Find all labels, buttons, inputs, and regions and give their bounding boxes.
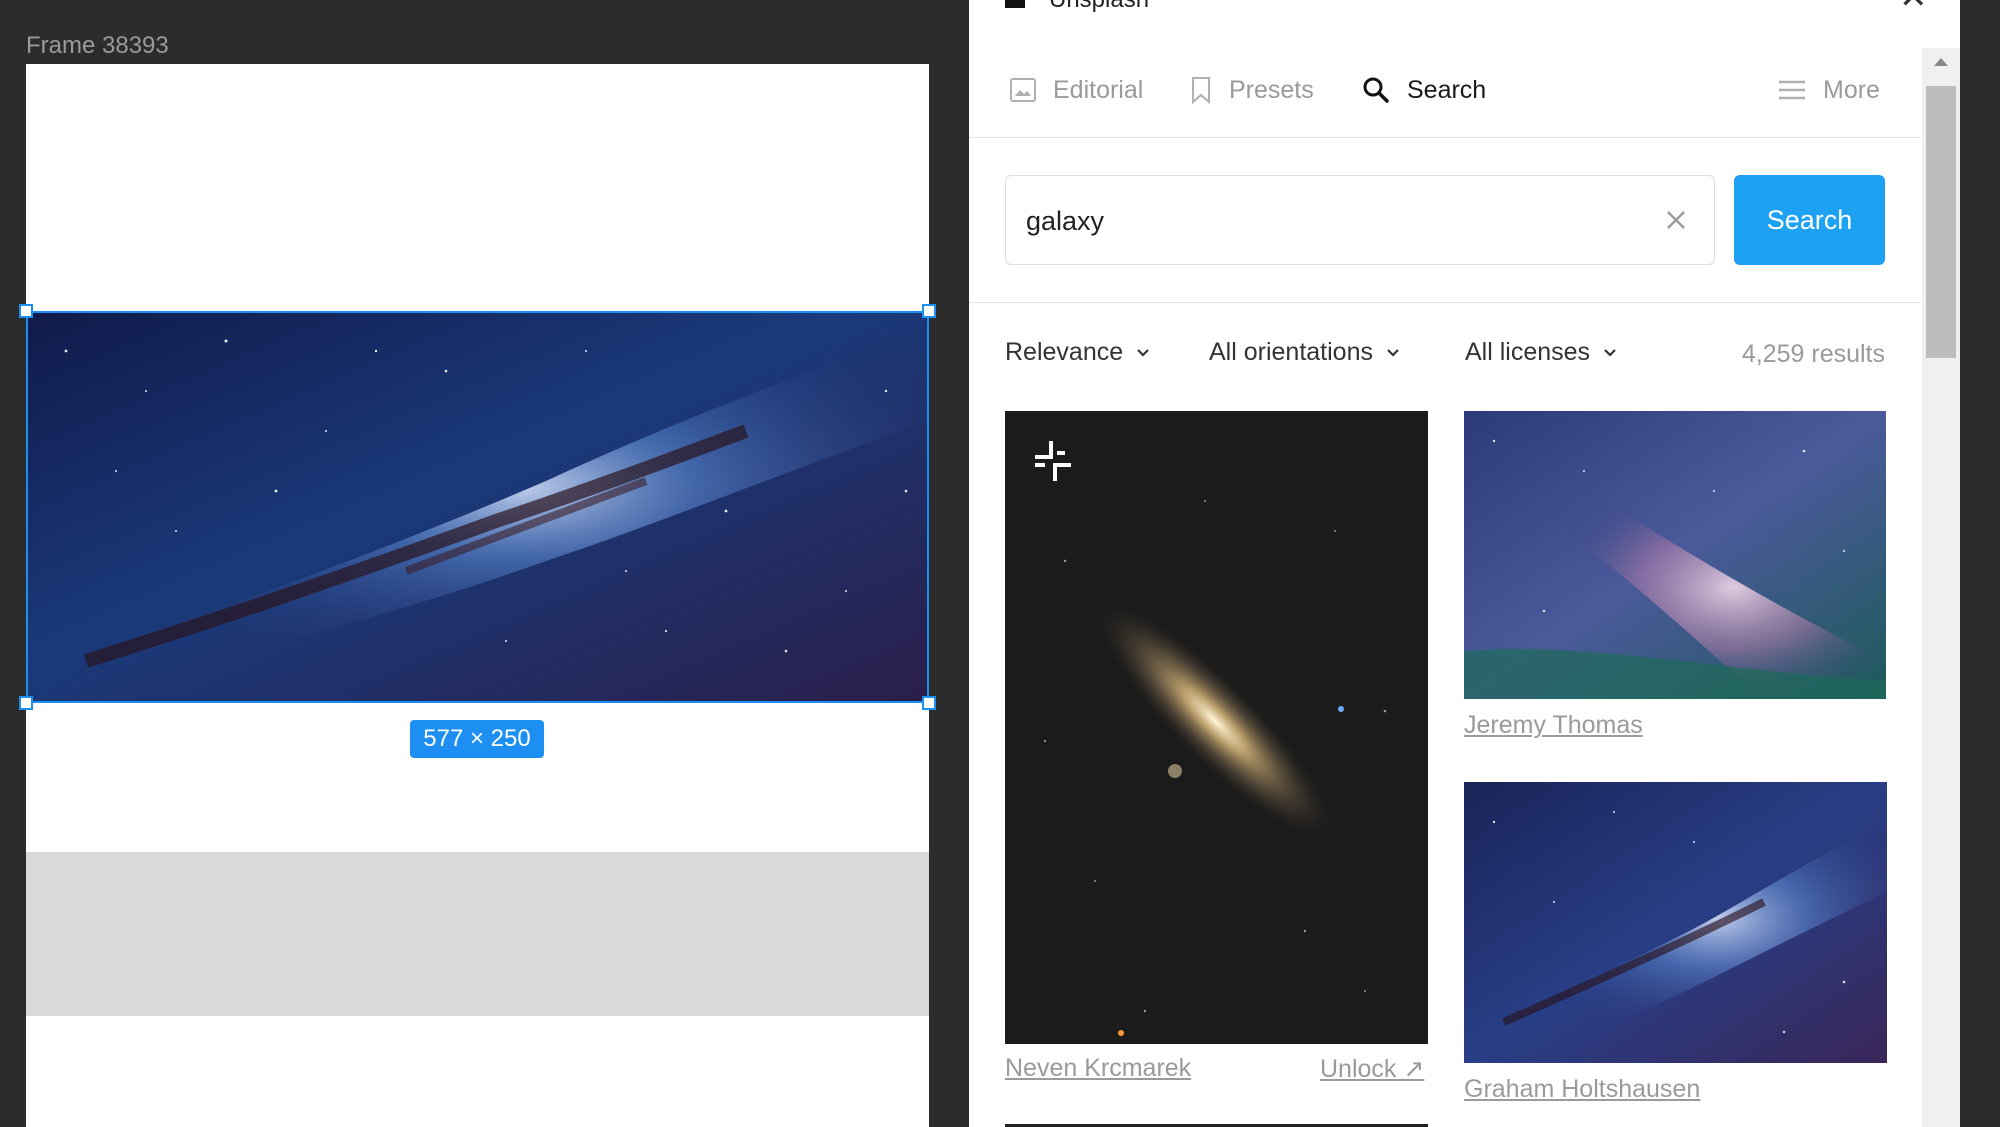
chevron-down-icon (1387, 348, 1399, 357)
tab-presets[interactable]: Presets (1189, 60, 1314, 120)
selected-milky-way-image[interactable] (26, 311, 929, 703)
panel-title: Unsplash (1049, 0, 1149, 14)
search-row: Search (1005, 175, 1885, 265)
search-button[interactable]: Search (1734, 175, 1885, 265)
unsplash-plugin-panel: Unsplash ✕ Editorial Presets Search (969, 0, 1960, 1127)
unsplash-logo-icon (1005, 0, 1025, 8)
divider (969, 302, 1921, 303)
photo-credit-link[interactable]: Jeremy Thomas (1464, 711, 1643, 740)
tab-label: Editorial (1053, 75, 1144, 104)
photo-thumbnail-milky-way-2[interactable] (1464, 782, 1887, 1063)
sort-label: Relevance (1005, 338, 1124, 366)
orientation-dropdown[interactable]: All orientations (1209, 338, 1401, 367)
scroll-up-arrow-icon[interactable] (1934, 58, 1948, 66)
chevron-down-icon (1137, 348, 1149, 357)
results-count: 4,259 results (1741, 340, 1885, 368)
tab-label: Presets (1229, 75, 1314, 104)
search-field (1005, 175, 1715, 265)
unlock-link[interactable]: Unlock ↗ (1320, 1054, 1424, 1084)
orientation-label: All orientations (1209, 338, 1373, 366)
license-label: All licenses (1465, 338, 1591, 366)
scroll-thumb[interactable] (1926, 86, 1956, 358)
tab-label: Search (1407, 75, 1487, 104)
frame-label[interactable]: Frame 38393 (26, 32, 169, 60)
bookmark-icon (1192, 77, 1210, 105)
menu-icon (1779, 80, 1805, 100)
andromeda-galaxy-image (1005, 411, 1428, 1044)
search-icon (1363, 77, 1389, 103)
milky-way-graphic (26, 311, 929, 703)
tab-more[interactable]: More (1777, 60, 1880, 120)
photo-credit-link[interactable]: Graham Holtshausen (1464, 1075, 1700, 1104)
resize-handle-bottom-right[interactable] (922, 696, 936, 710)
sort-dropdown[interactable]: Relevance (1005, 338, 1151, 367)
panel-header: Unsplash ✕ (969, 0, 1960, 16)
premium-plus-icon (1035, 441, 1071, 481)
milky-way-band-image (1464, 782, 1887, 1063)
panel-scrollbar[interactable] (1922, 48, 1960, 1127)
placeholder-rectangle[interactable] (26, 852, 929, 1016)
license-dropdown[interactable]: All licenses (1465, 338, 1618, 367)
close-icon[interactable]: ✕ (1899, 0, 1928, 14)
photo-thumbnail-andromeda[interactable] (1005, 411, 1428, 1044)
resize-handle-bottom-left[interactable] (19, 696, 33, 710)
tab-editorial[interactable]: Editorial (1009, 60, 1143, 120)
search-input[interactable] (1026, 196, 1626, 246)
resize-handle-top-left[interactable] (19, 304, 33, 318)
resize-handle-top-right[interactable] (922, 304, 936, 318)
tab-label: More (1823, 75, 1880, 104)
photo-credit-link[interactable]: Neven Krcmarek (1005, 1054, 1191, 1083)
filter-bar: Relevance All orientations All licenses … (969, 338, 1921, 378)
tab-bar: Editorial Presets Search More (969, 60, 1921, 138)
dimension-badge: 577 × 250 (410, 720, 544, 758)
image-icon (1010, 78, 1036, 102)
tab-search[interactable]: Search (1361, 60, 1486, 120)
clear-icon[interactable] (1656, 200, 1696, 240)
chevron-down-icon (1604, 348, 1616, 357)
photo-thumbnail-milky-way-1[interactable] (1464, 411, 1886, 699)
milky-way-colorful-image (1464, 411, 1886, 699)
